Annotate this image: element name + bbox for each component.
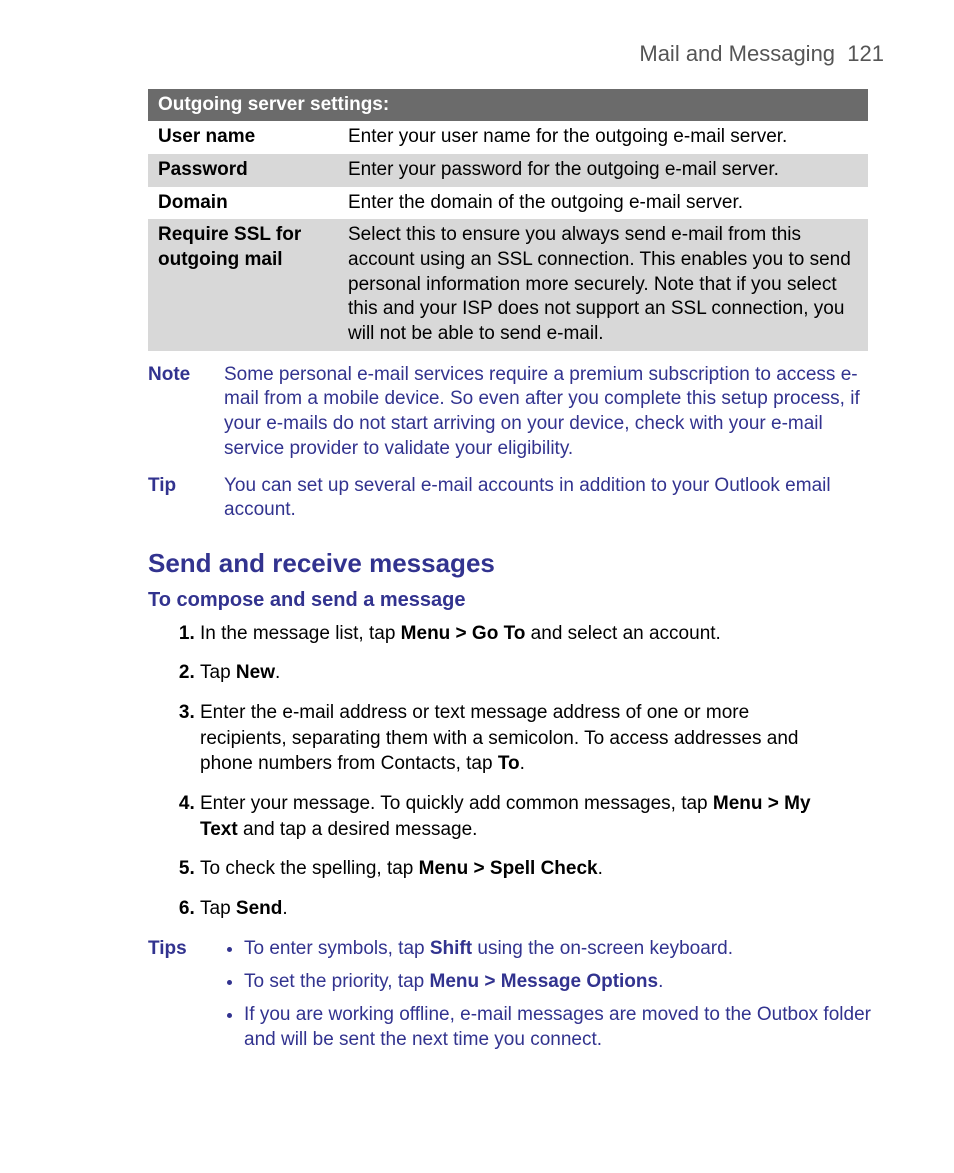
tips-text: To set the priority, tap bbox=[244, 971, 430, 992]
step-text: In the message list, tap bbox=[200, 623, 401, 644]
row-label: User name bbox=[148, 121, 338, 154]
row-desc: Enter the domain of the outgoing e-mail … bbox=[338, 187, 868, 220]
table-row: User name Enter your user name for the o… bbox=[148, 121, 868, 154]
header-section: Mail and Messaging bbox=[639, 41, 835, 66]
step-item: Tap New. bbox=[200, 660, 824, 686]
tips-text: . bbox=[658, 971, 663, 992]
table-section-header: Outgoing server settings: bbox=[148, 89, 868, 122]
page-header: Mail and Messaging 121 bbox=[70, 40, 884, 69]
step-bold: Menu > Go To bbox=[401, 623, 526, 644]
row-label: Password bbox=[148, 154, 338, 187]
tip-text: You can set up several e-mail accounts i… bbox=[224, 474, 884, 523]
tips-bold: Shift bbox=[430, 938, 472, 959]
step-text: . bbox=[275, 662, 280, 683]
tips-list: To enter symbols, tap Shift using the on… bbox=[224, 937, 884, 1060]
row-label: Domain bbox=[148, 187, 338, 220]
tips-item: If you are working offline, e-mail messa… bbox=[244, 1003, 884, 1052]
tips-text: If you are working offline, e-mail messa… bbox=[244, 1004, 871, 1050]
table-row: Password Enter your password for the out… bbox=[148, 154, 868, 187]
step-text: Enter your message. To quickly add commo… bbox=[200, 793, 713, 814]
step-text: Tap bbox=[200, 662, 236, 683]
note-label: Note bbox=[148, 363, 224, 462]
tips-label: Tips bbox=[148, 937, 224, 1060]
row-desc: Enter your password for the outgoing e-m… bbox=[338, 154, 868, 187]
step-item: To check the spelling, tap Menu > Spell … bbox=[200, 856, 824, 882]
step-text: To check the spelling, tap bbox=[200, 858, 419, 879]
step-text: Tap bbox=[200, 898, 236, 919]
steps-list: In the message list, tap Menu > Go To an… bbox=[170, 621, 824, 922]
row-desc: Select this to ensure you always send e-… bbox=[338, 219, 868, 350]
step-bold: Menu > Spell Check bbox=[419, 858, 598, 879]
header-page: 121 bbox=[847, 41, 884, 66]
tips-item: To set the priority, tap Menu > Message … bbox=[244, 970, 884, 995]
sub-heading: To compose and send a message bbox=[148, 587, 884, 613]
section-heading: Send and receive messages bbox=[148, 547, 884, 581]
step-bold: To bbox=[498, 753, 520, 774]
tip-label: Tip bbox=[148, 474, 224, 523]
step-item: Enter the e-mail address or text message… bbox=[200, 700, 824, 777]
table-row: Domain Enter the domain of the outgoing … bbox=[148, 187, 868, 220]
notes-block: Note Some personal e-mail services requi… bbox=[148, 363, 884, 523]
row-label: Require SSL for outgoing mail bbox=[148, 219, 338, 350]
tip-row: Tip You can set up several e-mail accoun… bbox=[148, 474, 884, 523]
step-text: . bbox=[598, 858, 603, 879]
step-item: Tap Send. bbox=[200, 896, 824, 922]
tips-bold: Menu > Message Options bbox=[430, 971, 659, 992]
outgoing-server-settings-table: Outgoing server settings: User name Ente… bbox=[148, 89, 868, 351]
note-text: Some personal e-mail services require a … bbox=[224, 363, 884, 462]
step-text: . bbox=[282, 898, 287, 919]
table-row: Require SSL for outgoing mail Select thi… bbox=[148, 219, 868, 350]
tips-text: using the on-screen keyboard. bbox=[472, 938, 733, 959]
tips-block: Tips To enter symbols, tap Shift using t… bbox=[148, 937, 884, 1060]
note-row: Note Some personal e-mail services requi… bbox=[148, 363, 884, 462]
step-text: . bbox=[520, 753, 525, 774]
step-bold: New bbox=[236, 662, 275, 683]
tips-text: To enter symbols, tap bbox=[244, 938, 430, 959]
row-desc: Enter your user name for the outgoing e-… bbox=[338, 121, 868, 154]
tips-item: To enter symbols, tap Shift using the on… bbox=[244, 937, 884, 962]
step-text: and select an account. bbox=[525, 623, 720, 644]
step-bold: Send bbox=[236, 898, 282, 919]
step-text: and tap a desired message. bbox=[238, 819, 478, 840]
step-item: In the message list, tap Menu > Go To an… bbox=[200, 621, 824, 647]
step-item: Enter your message. To quickly add commo… bbox=[200, 791, 824, 842]
